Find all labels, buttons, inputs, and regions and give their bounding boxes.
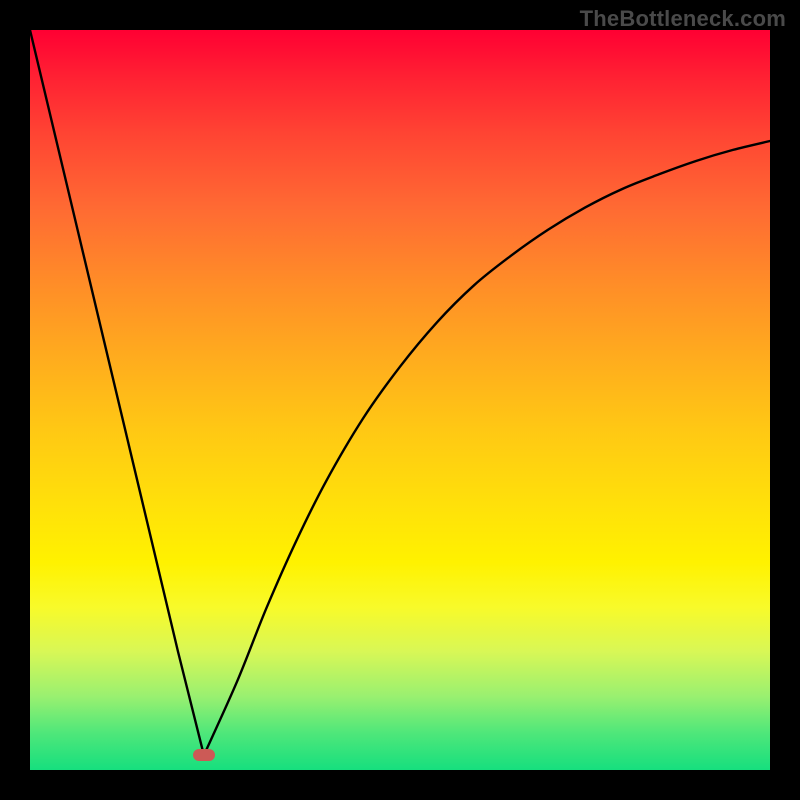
- curve-path: [30, 30, 770, 755]
- min-marker: [193, 749, 215, 761]
- watermark-text: TheBottleneck.com: [580, 6, 786, 32]
- bottleneck-curve: [30, 30, 770, 770]
- plot-area: [30, 30, 770, 770]
- chart-frame: TheBottleneck.com: [0, 0, 800, 800]
